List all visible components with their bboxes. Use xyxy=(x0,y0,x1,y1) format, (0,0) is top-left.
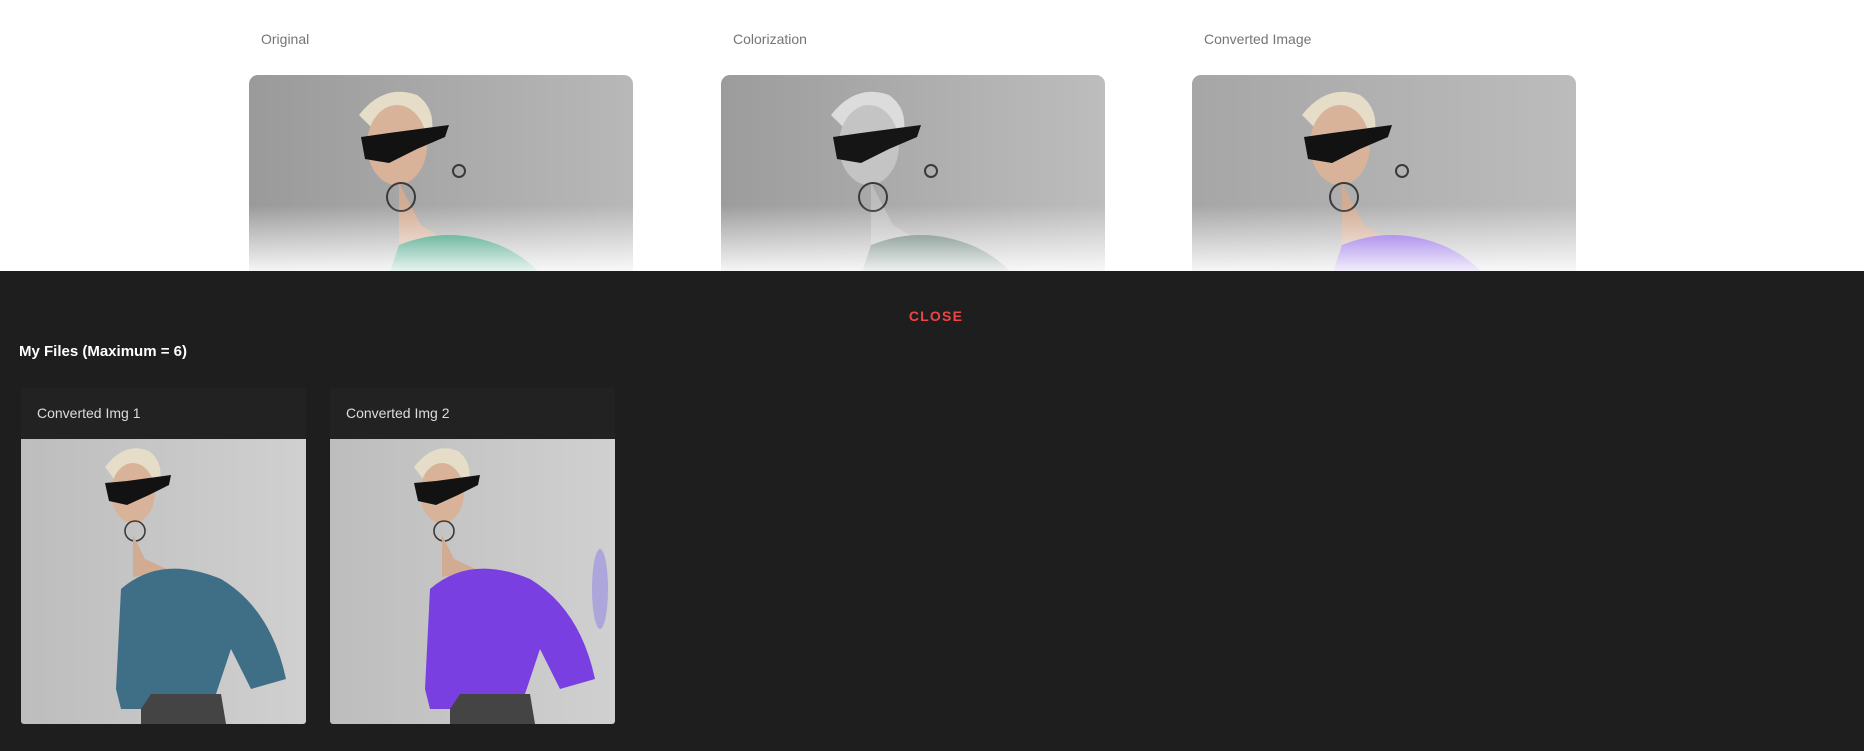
file-thumbnail[interactable] xyxy=(21,439,306,724)
my-files-drawer: CLOSE My Files (Maximum = 6) Converted I… xyxy=(0,271,1864,751)
colorization-label: Colorization xyxy=(733,31,807,47)
file-card-1[interactable]: Converted Img 1 xyxy=(21,388,306,724)
file-card-2[interactable]: Converted Img 2 xyxy=(330,388,615,724)
converted-image xyxy=(1192,75,1576,271)
original-label: Original xyxy=(261,31,310,47)
colorization-image xyxy=(721,75,1105,271)
file-thumbnail[interactable] xyxy=(330,439,615,724)
file-card-title: Converted Img 2 xyxy=(346,405,450,421)
file-card-title: Converted Img 1 xyxy=(37,405,141,421)
converted-image-label: Converted Image xyxy=(1204,31,1312,47)
close-button[interactable]: CLOSE xyxy=(896,304,976,328)
original-image xyxy=(249,75,633,271)
comparison-area: Original Colorization Converted Image xyxy=(0,0,1864,271)
my-files-title: My Files (Maximum = 6) xyxy=(19,343,187,360)
